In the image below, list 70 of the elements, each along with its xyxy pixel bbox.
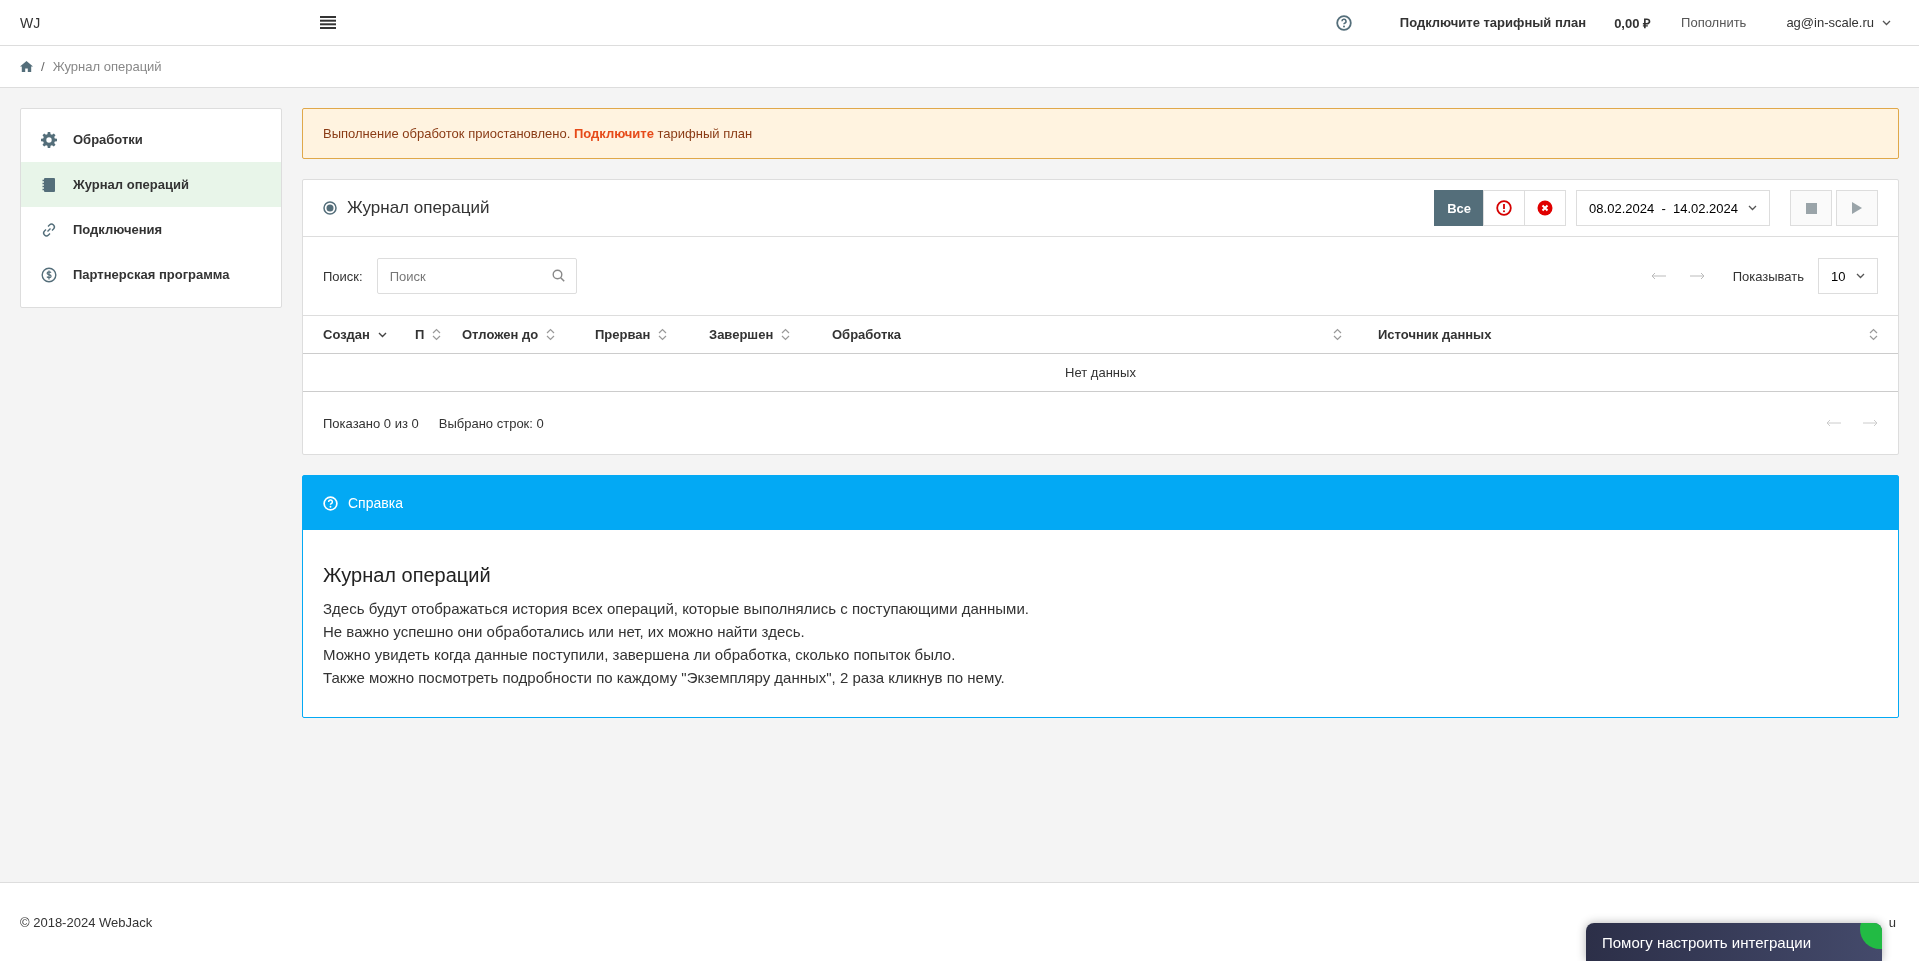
filter-button[interactable]: Все [1434,190,1485,226]
breadcrumb-current: Журнал операций [52,59,162,74]
user-menu[interactable]: ag@in-scale.ru [1786,15,1891,30]
sort-descending-icon[interactable] [377,331,387,338]
help-text: Можно увидеть когда данные поступили, завершена ли обработка, сколько попыток было. [323,645,957,665]
error-filter-button[interactable] [1524,190,1567,226]
breadcrumb-separator: / [41,59,45,74]
column-header[interactable]: Источник данных [1378,327,1492,342]
sidebar-item[interactable]: Партнерская программа [21,252,281,297]
exclamation-icon [1496,200,1513,216]
search-icon[interactable] [551,269,565,282]
help-text: Не важно успешно они обработались или нет, их можно найти здесь. [323,622,806,642]
play-icon [1852,202,1862,214]
stop-icon [1805,202,1817,214]
selected-count: Выбрано строк: 0 [438,415,544,431]
sort-icon[interactable] [781,328,791,341]
help-icon [323,495,338,511]
sort-icon[interactable] [1333,328,1342,341]
link-icon [41,221,57,238]
topup-link[interactable]: Пополнить [1681,15,1747,30]
next-page-icon[interactable] [1862,419,1878,427]
sort-icon[interactable] [658,328,668,341]
alert-text: Выполнение обработок приостановлено. Подключите тарифный план [323,126,753,141]
warning-filter-button[interactable] [1483,190,1526,226]
chevron-down-icon [1882,19,1891,26]
sidebar-item[interactable]: Журнал операций [21,162,281,207]
chevron-down-icon [1856,273,1865,279]
logo[interactable]: WJ [20,14,300,31]
column-header[interactable]: Обработка [832,327,902,342]
balance: 0,00 ₽ [1614,14,1652,32]
next-page-icon[interactable] [1688,272,1705,280]
search-field[interactable]: Поиск [376,258,577,294]
plan-link[interactable]: Подключите тарифный план [1399,15,1587,30]
help-text: Здесь будут отображаться история всех операций, которые выполнялись с поступающими данными. [323,599,1030,619]
previous-page-icon[interactable] [1650,272,1667,280]
chat-widget[interactable]: Помогу настроить интеграции [1586,923,1882,961]
copyright: © 2018-2024 WebJack [20,914,153,930]
radio-icon [323,201,337,215]
empty-message: Нет данных [1065,365,1136,380]
date-range-picker[interactable]: 08.02.2024 - 14.02.2024 [1576,190,1770,226]
page-size-label: Показывать [1732,268,1804,284]
sidebar-item[interactable]: Обработки [21,117,281,162]
column-header[interactable]: Отложен до [462,327,539,342]
dollar-icon [41,266,57,283]
card-title: Журнал операций [347,198,490,218]
sort-icon[interactable] [432,328,442,341]
search-label: Поиск: [323,268,363,284]
sort-icon[interactable] [546,328,556,341]
column-header[interactable]: Завершен [709,327,774,342]
page-size-select[interactable]: 10 [1818,258,1878,294]
help-header-title: Справка [348,495,403,511]
menu-icon[interactable] [320,16,336,29]
stop-button[interactable] [1790,190,1832,226]
chevron-down-icon [1748,205,1757,211]
help-title: Журнал операций [323,564,492,587]
home-icon[interactable] [20,61,33,72]
error-icon [1537,200,1554,216]
shown-count: Показано 0 из 0 [323,415,419,431]
help-icon[interactable] [1335,14,1352,31]
notebook-icon [41,176,57,193]
column-header[interactable]: Прерван [595,327,651,342]
gear-icon [41,131,57,148]
footer-link[interactable]: u [1888,914,1896,930]
sidebar-item[interactable]: Подключения [21,207,281,252]
previous-page-icon[interactable] [1826,419,1842,427]
column-header[interactable]: Создан [323,327,370,342]
sort-icon[interactable] [1869,328,1878,341]
play-button[interactable] [1836,190,1878,226]
help-text: Также можно посмотреть подробности по каждому "Экземпляру данных", 2 раза кликнув по нему. [323,668,1006,688]
column-header[interactable]: П [415,327,425,342]
